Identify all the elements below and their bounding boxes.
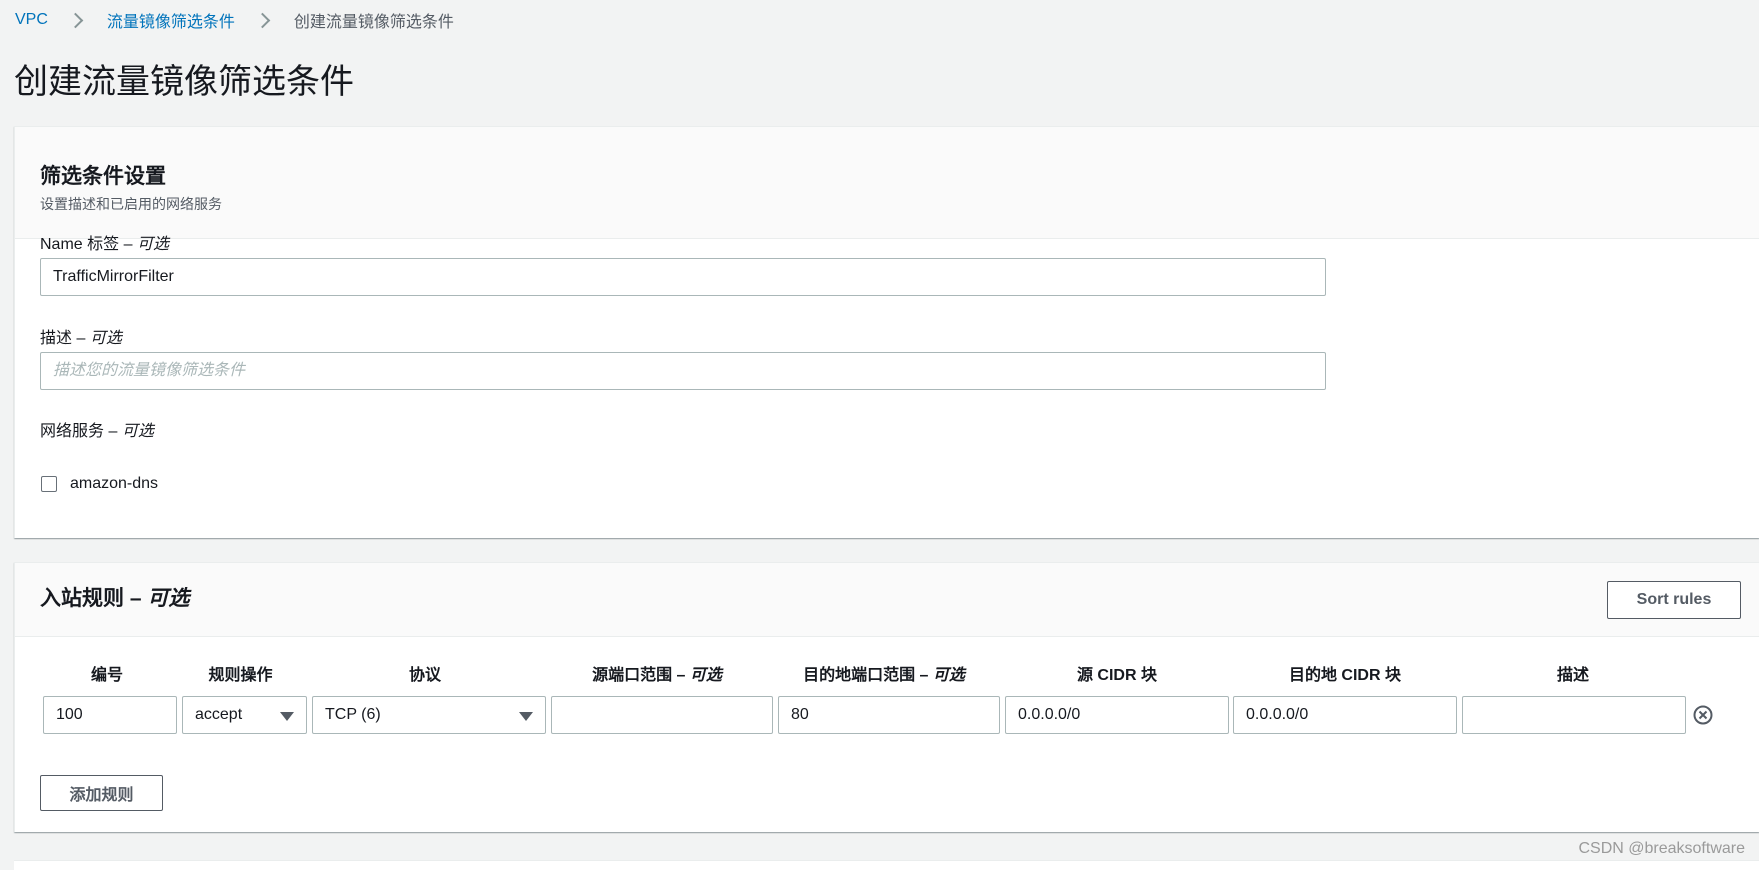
- destination-cidr-input[interactable]: 0.0.0.0/0: [1233, 696, 1457, 734]
- column-destination-port: 目的地端口范围 – 可选: [803, 667, 965, 684]
- amazon-dns-checkbox[interactable]: [41, 476, 57, 492]
- destination-port-input[interactable]: 80: [778, 696, 1000, 734]
- column-protocol: 协议: [408, 667, 441, 684]
- breadcrumb-current: 创建流量镜像筛选条件: [293, 14, 454, 31]
- source-cidr-input[interactable]: 0.0.0.0/0: [1005, 696, 1229, 734]
- filter-settings-panel: 筛选条件设置 设置描述和已启用的网络服务 Name 标签 – 可选 描述 – 可…: [14, 126, 1759, 538]
- filter-settings-header: 筛选条件设置 设置描述和已启用的网络服务: [15, 127, 1759, 239]
- caret-down-icon: [519, 712, 533, 721]
- name-tag-input[interactable]: [40, 258, 1326, 296]
- add-rule-button[interactable]: 添加规则: [40, 775, 163, 811]
- filter-settings-subtitle: 设置描述和已启用的网络服务: [40, 196, 222, 212]
- next-panel-edge: [14, 860, 1759, 870]
- amazon-dns-label: amazon-dns: [70, 475, 159, 492]
- column-source-port: 源端口范围 – 可选: [592, 667, 722, 684]
- column-rule-action: 规则操作: [208, 667, 273, 684]
- protocol-select[interactable]: TCP (6): [312, 696, 546, 734]
- description-label: 描述 – 可选: [40, 330, 122, 347]
- inbound-rules-title: 入站规则 – 可选: [40, 587, 190, 610]
- breadcrumb: VPC 流量镜像筛选条件 创建流量镜像筛选条件: [15, 8, 454, 32]
- network-services-label: 网络服务 – 可选: [40, 423, 154, 440]
- filter-settings-title: 筛选条件设置: [40, 165, 166, 188]
- description-input[interactable]: [40, 352, 1326, 390]
- source-port-input[interactable]: [551, 696, 773, 734]
- inbound-rules-header: 入站规则 – 可选 Sort rules: [15, 563, 1759, 637]
- rule-number-input[interactable]: 100: [43, 696, 177, 734]
- caret-down-icon: [280, 712, 294, 721]
- rule-description-input[interactable]: [1462, 696, 1686, 734]
- protocol-value: TCP (6): [325, 706, 381, 723]
- column-source-cidr: 源 CIDR 块: [1076, 667, 1157, 684]
- column-destination-cidr: 目的地 CIDR 块: [1288, 667, 1401, 684]
- rule-action-value: accept: [195, 706, 243, 723]
- breadcrumb-vpc-link[interactable]: VPC: [15, 11, 48, 29]
- watermark: CSDN @breaksoftware: [1578, 840, 1745, 857]
- rule-action-select[interactable]: accept: [182, 696, 307, 734]
- chevron-right-icon: [67, 12, 84, 28]
- remove-rule-icon[interactable]: [1693, 705, 1713, 725]
- rules-table-header: 编号 规则操作 协议 源端口范围 – 可选 目的地端口范围 – 可选 源 CID…: [15, 661, 1759, 685]
- column-number: 编号: [90, 667, 123, 684]
- amazon-dns-option[interactable]: amazon-dns: [40, 475, 158, 493]
- chevron-right-icon: [254, 12, 271, 28]
- column-description: 描述: [1556, 667, 1589, 684]
- name-tag-label: Name 标签 – 可选: [40, 236, 169, 253]
- sort-rules-button[interactable]: Sort rules: [1607, 581, 1741, 619]
- page-title: 创建流量镜像筛选条件: [14, 63, 354, 101]
- inbound-rules-panel: 入站规则 – 可选 Sort rules 编号 规则操作 协议 源端口范围 – …: [14, 562, 1759, 832]
- breadcrumb-filters-link[interactable]: 流量镜像筛选条件: [107, 8, 235, 32]
